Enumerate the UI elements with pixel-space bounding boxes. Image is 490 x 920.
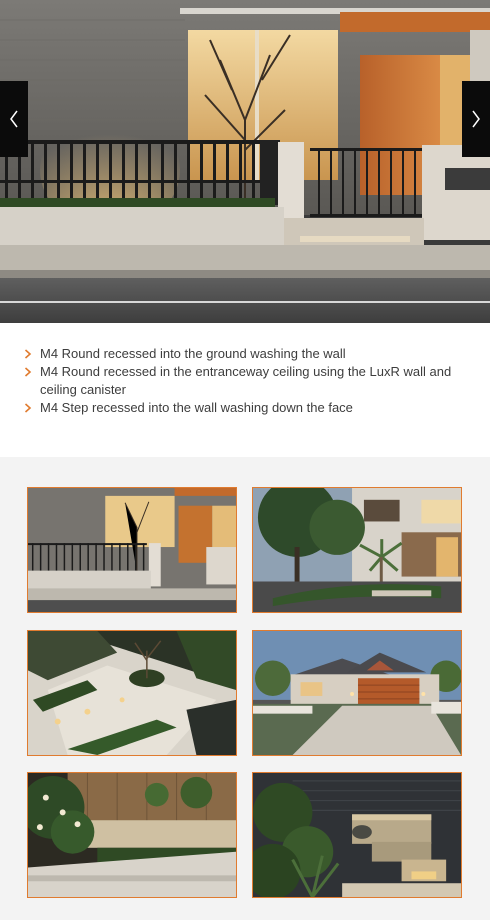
photo-icon bbox=[253, 488, 461, 612]
feature-item: M4 Round recessed in the entranceway cei… bbox=[24, 363, 464, 398]
hero-slider bbox=[0, 0, 490, 323]
project-gallery bbox=[0, 457, 490, 920]
thumb-single-storey-home[interactable] bbox=[252, 630, 462, 756]
feature-text: M4 Step recessed into the wall washing d… bbox=[40, 399, 353, 415]
photo-icon bbox=[28, 488, 236, 612]
next-slide-button[interactable] bbox=[462, 81, 490, 157]
chevron-bullet-icon bbox=[24, 402, 32, 413]
photo-icon bbox=[253, 631, 461, 755]
feature-list-section: M4 Round recessed into the ground washin… bbox=[0, 323, 490, 457]
thumb-stone-water-feature[interactable] bbox=[252, 772, 462, 898]
feature-list: M4 Round recessed into the ground washin… bbox=[24, 345, 464, 417]
chevron-bullet-icon bbox=[24, 367, 32, 377]
feature-text: M4 Round recessed into the ground washin… bbox=[40, 346, 346, 361]
feature-item: M4 Round recessed into the ground washin… bbox=[24, 345, 464, 363]
feature-text: M4 Round recessed in the entranceway cei… bbox=[40, 364, 452, 397]
chevron-right-icon bbox=[472, 110, 480, 128]
thumb-palm-garden-house[interactable] bbox=[252, 487, 462, 613]
photo-icon bbox=[28, 631, 236, 755]
thumb-modern-facade[interactable] bbox=[27, 487, 237, 613]
prev-slide-button[interactable] bbox=[0, 81, 28, 157]
hero-photo bbox=[0, 0, 490, 323]
thumb-frangipani-garden[interactable] bbox=[27, 772, 237, 898]
feature-item: M4 Step recessed into the wall washing d… bbox=[24, 399, 464, 417]
chevron-left-icon bbox=[10, 110, 18, 128]
thumb-angled-courtyard[interactable] bbox=[27, 630, 237, 756]
chevron-bullet-icon bbox=[24, 349, 32, 359]
photo-icon bbox=[28, 773, 236, 897]
photo-icon bbox=[253, 773, 461, 897]
